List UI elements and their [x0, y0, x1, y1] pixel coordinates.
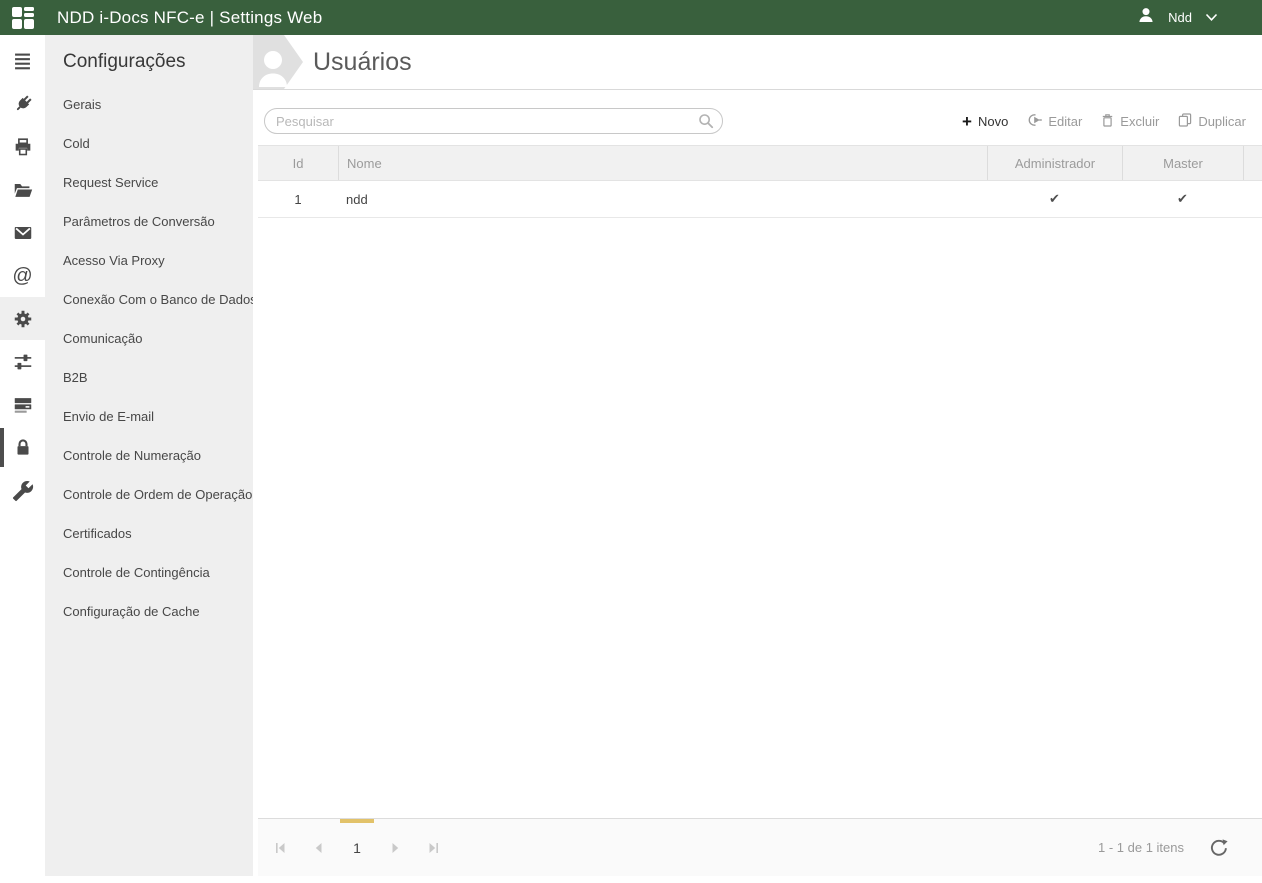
- users-table: Id Nome Administrador Master 1 ndd ✔ ✔: [258, 145, 1262, 218]
- bottom-strip: [253, 876, 1262, 883]
- first-page-button[interactable]: [268, 835, 294, 861]
- chevron-down-icon: [1205, 9, 1218, 27]
- user-name: Ndd: [1168, 10, 1192, 25]
- sliders-icon: [12, 351, 34, 373]
- table-row[interactable]: 1 ndd ✔ ✔: [258, 181, 1262, 218]
- menu-toggle-button[interactable]: [0, 39, 45, 82]
- icon-rail: @: [0, 35, 45, 883]
- refresh-button[interactable]: [1206, 835, 1232, 861]
- next-page-icon: [388, 841, 402, 855]
- sidebar-item-b2b[interactable]: B2B: [45, 358, 253, 397]
- previous-page-button[interactable]: [306, 835, 332, 861]
- sidebar-item-comunicacao[interactable]: Comunicação: [45, 319, 253, 358]
- settings-sidebar: Configurações Gerais Cold Request Servic…: [45, 35, 253, 883]
- sidebar-item-request-service[interactable]: Request Service: [45, 163, 253, 202]
- edit-icon: [1027, 113, 1042, 130]
- rail-item-mail[interactable]: [0, 211, 45, 254]
- column-header-filler: [1243, 146, 1262, 180]
- check-icon: ✔: [1177, 191, 1188, 207]
- server-icon: [12, 394, 34, 416]
- table-header: Id Nome Administrador Master: [258, 145, 1262, 181]
- user-icon: [1137, 6, 1155, 29]
- wrench-icon: [12, 480, 34, 502]
- printer-icon: [12, 136, 34, 158]
- column-header-id[interactable]: Id: [258, 146, 338, 180]
- rail-item-parameters[interactable]: [0, 340, 45, 383]
- check-icon: ✔: [1049, 191, 1060, 207]
- duplicar-button[interactable]: Duplicar: [1178, 113, 1246, 130]
- editar-button[interactable]: Editar: [1027, 113, 1082, 130]
- sidebar-item-configuracao-cache[interactable]: Configuração de Cache: [45, 592, 253, 631]
- column-header-master[interactable]: Master: [1122, 146, 1243, 180]
- page-header: Usuários: [253, 35, 1262, 90]
- at-icon: @: [12, 266, 32, 286]
- gear-icon: [12, 308, 34, 330]
- refresh-icon: [1210, 839, 1228, 857]
- top-bar: NDD i-Docs NFC-e | Settings Web Ndd: [0, 0, 1262, 35]
- pager-info: 1 - 1 de 1 itens: [1098, 840, 1184, 855]
- app-logo-icon[interactable]: [12, 7, 34, 29]
- pager: 1 1 - 1 de 1 itens: [258, 818, 1262, 876]
- sidebar-item-cold[interactable]: Cold: [45, 124, 253, 163]
- novo-button[interactable]: + Novo: [962, 113, 1008, 130]
- copy-icon: [1178, 113, 1192, 130]
- sidebar-item-parametros-conversao[interactable]: Parâmetros de Conversão: [45, 202, 253, 241]
- current-page-indicator: [340, 819, 374, 823]
- rail-item-printing[interactable]: [0, 125, 45, 168]
- sidebar-item-gerais[interactable]: Gerais: [45, 85, 253, 124]
- next-page-button[interactable]: [382, 835, 408, 861]
- rail-item-security[interactable]: [0, 426, 45, 469]
- menu-icon: [12, 50, 33, 72]
- rail-item-email-at[interactable]: @: [0, 254, 45, 297]
- lock-icon: [12, 437, 34, 459]
- last-page-icon: [426, 841, 440, 855]
- plus-icon: +: [962, 113, 972, 130]
- sidebar-item-controle-ordem-operacao[interactable]: Controle de Ordem de Operação: [45, 475, 253, 514]
- app-title: NDD i-Docs NFC-e | Settings Web: [57, 8, 322, 28]
- search-icon: [698, 113, 714, 134]
- rail-item-files[interactable]: [0, 168, 45, 211]
- page-number-button[interactable]: 1: [344, 835, 370, 861]
- folder-open-icon: [12, 179, 34, 201]
- envelope-icon: [12, 222, 34, 244]
- sidebar-title: Configurações: [63, 49, 235, 75]
- cell-nome: ndd: [338, 181, 987, 217]
- sidebar-item-acesso-proxy[interactable]: Acesso Via Proxy: [45, 241, 253, 280]
- person-icon: [258, 47, 296, 87]
- rail-item-settings[interactable]: [0, 297, 45, 340]
- main-content: Usuários + Novo Editar: [253, 35, 1262, 883]
- first-page-icon: [274, 841, 288, 855]
- cell-id: 1: [258, 181, 338, 217]
- trash-icon: [1101, 113, 1114, 130]
- rail-item-connections[interactable]: [0, 82, 45, 125]
- page-title: Usuários: [313, 48, 412, 77]
- last-page-button[interactable]: [420, 835, 446, 861]
- plug-icon: [12, 93, 34, 115]
- sidebar-item-envio-email[interactable]: Envio de E-mail: [45, 397, 253, 436]
- users-breadcrumb-icon: [253, 35, 303, 89]
- excluir-button[interactable]: Excluir: [1101, 113, 1159, 130]
- user-menu[interactable]: Ndd: [1137, 6, 1218, 29]
- rail-item-services[interactable]: [0, 383, 45, 426]
- search-input[interactable]: [264, 108, 723, 134]
- rail-item-tools[interactable]: [0, 469, 45, 512]
- sidebar-item-controle-contingencia[interactable]: Controle de Contingência: [45, 553, 253, 592]
- toolbar: + Novo Editar Excluir: [253, 108, 1262, 134]
- previous-page-icon: [312, 841, 326, 855]
- sidebar-item-controle-numeracao[interactable]: Controle de Numeração: [45, 436, 253, 475]
- sidebar-item-conexao-banco[interactable]: Conexão Com o Banco de Dados: [45, 280, 253, 319]
- column-header-administrador[interactable]: Administrador: [987, 146, 1122, 180]
- sidebar-item-certificados[interactable]: Certificados: [45, 514, 253, 553]
- column-header-nome[interactable]: Nome: [338, 146, 987, 180]
